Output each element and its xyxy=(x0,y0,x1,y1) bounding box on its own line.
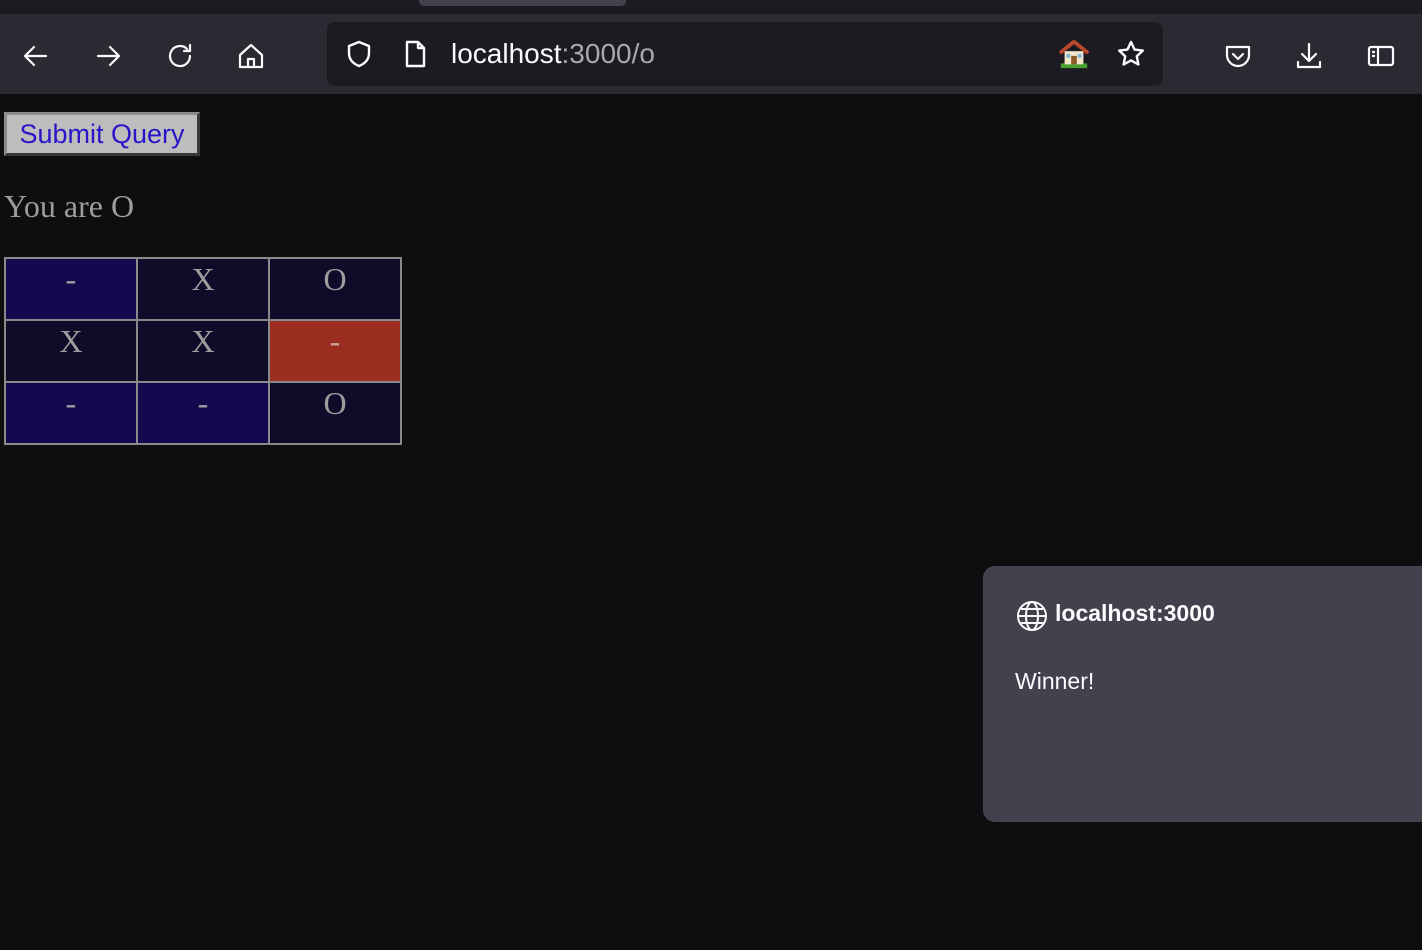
download-icon xyxy=(1293,40,1325,77)
player-label: You are O xyxy=(4,188,135,224)
tic-tac-toe-board: - X O X X - - - O xyxy=(4,257,402,445)
board-cell[interactable]: X xyxy=(138,321,268,381)
board-row: X X - xyxy=(6,321,400,381)
reload-button[interactable] xyxy=(158,36,202,80)
shield-icon[interactable] xyxy=(341,36,377,72)
arrow-left-icon xyxy=(20,40,52,77)
board-cell[interactable]: X xyxy=(6,321,136,381)
pocket-icon xyxy=(1222,40,1254,77)
dialog-message: Winner! xyxy=(1015,668,1095,694)
pocket-button[interactable] xyxy=(1216,36,1260,80)
sidebar-icon xyxy=(1365,40,1397,77)
board-row: - X O xyxy=(6,259,400,319)
board-cell[interactable]: O xyxy=(270,259,400,319)
url-text[interactable]: localhost:3000/o xyxy=(451,36,655,72)
home-button[interactable] xyxy=(229,36,273,80)
arrow-right-icon xyxy=(92,40,124,77)
board-row: - - O xyxy=(6,383,400,443)
board-cell[interactable]: - xyxy=(138,383,268,443)
browser-toolbar: localhost:3000/o xyxy=(0,14,1422,94)
globe-icon xyxy=(1015,599,1049,633)
home-icon xyxy=(235,40,267,77)
url-host: localhost xyxy=(451,38,562,69)
board-cell[interactable]: X xyxy=(138,259,268,319)
sidebar-button[interactable] xyxy=(1359,36,1403,80)
url-path: :3000/o xyxy=(561,38,655,69)
back-button[interactable] xyxy=(14,36,58,80)
board-cell[interactable]: - xyxy=(6,259,136,319)
page-icon[interactable] xyxy=(397,36,433,72)
dialog-origin: localhost:3000 xyxy=(1055,600,1215,626)
board-cell-highlighted[interactable]: - xyxy=(270,321,400,381)
board-cell[interactable]: O xyxy=(270,383,400,443)
active-tab[interactable] xyxy=(419,0,626,6)
star-icon[interactable] xyxy=(1113,36,1149,72)
alert-dialog: localhost:3000 Winner! xyxy=(983,566,1422,822)
forward-button[interactable] xyxy=(86,36,130,80)
tab-strip xyxy=(0,0,1422,14)
reload-icon xyxy=(164,40,196,77)
submit-query-button[interactable]: Submit Query xyxy=(4,112,200,156)
house-icon[interactable] xyxy=(1055,36,1093,72)
address-bar[interactable]: localhost:3000/o xyxy=(327,22,1163,86)
downloads-button[interactable] xyxy=(1287,36,1331,80)
board-cell[interactable]: - xyxy=(6,383,136,443)
